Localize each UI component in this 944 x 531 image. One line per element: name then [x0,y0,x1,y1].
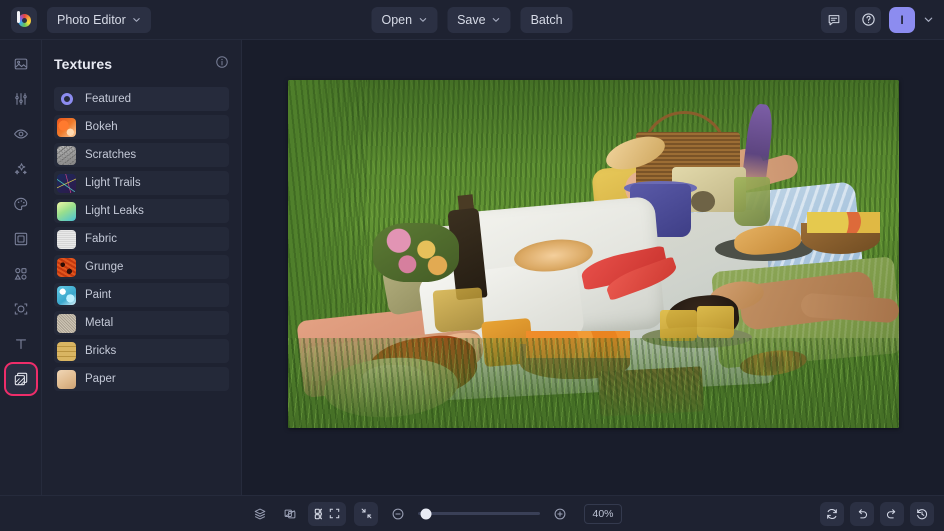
tool-text[interactable] [6,329,36,359]
plus-circle-icon[interactable] [548,502,572,526]
tool-color[interactable] [6,189,36,219]
textures-panel: Textures Featured Bokeh Scratches Light … [42,40,242,495]
tool-frame[interactable] [6,224,36,254]
texture-item-bokeh[interactable]: Bokeh [54,115,229,139]
texture-item-grunge[interactable]: Grunge [54,255,229,279]
tool-cutout[interactable] [6,294,36,324]
texture-item-featured[interactable]: Featured [54,87,229,111]
fit-screen-icon[interactable] [354,501,378,526]
comment-icon[interactable] [821,6,847,33]
texture-thumb-paper [57,369,76,389]
texture-label: Metal [85,317,114,329]
project-type-label: Photo Editor [57,12,126,27]
texture-thumb-light-trails [57,173,76,193]
open-button[interactable]: Open [371,6,438,33]
chevron-down-icon [418,15,427,24]
texture-label: Paper [85,373,116,385]
compare-icon[interactable] [278,502,302,526]
tool-adjust[interactable] [6,84,36,114]
project-type-dropdown[interactable]: Photo Editor [47,6,151,33]
tool-effects[interactable] [6,154,36,184]
chevron-down-icon[interactable] [923,14,934,25]
texture-item-scratches[interactable]: Scratches [54,143,229,167]
texture-label: Bokeh [85,121,118,133]
undo-icon[interactable] [850,501,874,526]
zoom-slider[interactable] [418,508,540,519]
texture-label: Light Leaks [85,205,144,217]
tool-elements[interactable] [6,259,36,289]
save-button[interactable]: Save [447,6,511,33]
panel-header: Textures [54,40,229,80]
top-bar-right-actions: I [821,6,934,33]
texture-thumb-bricks [57,341,76,361]
batch-label: Batch [530,12,563,27]
pixlr-logo-icon[interactable] [11,6,37,33]
texture-item-bricks[interactable]: Bricks [54,339,229,363]
canvas-area[interactable] [242,40,944,495]
expand-icon[interactable] [322,501,346,526]
texture-item-paper[interactable]: Paper [54,367,229,391]
texture-thumb-paint [57,285,76,305]
avatar-initial: I [900,12,904,27]
texture-item-light-leaks[interactable]: Light Leaks [54,199,229,223]
texture-thumb-bokeh [57,117,76,137]
texture-item-metal[interactable]: Metal [54,311,229,335]
texture-label: Bricks [85,345,117,357]
texture-thumb-metal [57,313,76,333]
batch-button[interactable]: Batch [520,6,573,33]
texture-label: Light Trails [85,177,141,189]
texture-item-light-trails[interactable]: Light Trails [54,171,229,195]
texture-label: Fabric [85,233,117,245]
bottom-bar-left-tools [248,501,332,526]
texture-item-fabric[interactable]: Fabric [54,227,229,251]
tool-retouch[interactable] [6,119,36,149]
save-label: Save [457,12,486,27]
tool-rail [0,40,42,495]
texture-label: Paint [85,289,112,301]
zoom-slider-handle[interactable] [420,508,432,519]
chevron-down-icon [132,15,141,24]
zoom-level-value[interactable]: 40% [584,503,622,524]
top-bar: Photo Editor Open Save Batch I [0,0,944,40]
panel-title: Textures [54,56,113,72]
chevron-down-icon [492,15,501,24]
editor-body: Textures Featured Bokeh Scratches Light … [0,40,944,495]
redo-icon[interactable] [880,501,904,526]
texture-category-list: Featured Bokeh Scratches Light Trails Li… [54,87,229,391]
texture-thumb-fabric [57,229,76,249]
texture-thumb-scratches [57,145,76,165]
bottom-bar: 40% [0,495,944,531]
history-controls [820,501,934,526]
texture-label: Scratches [85,149,137,161]
tool-textures[interactable] [5,364,36,394]
canvas-photo[interactable] [287,80,899,428]
open-label: Open [381,12,413,27]
texture-thumb-grunge [57,257,76,277]
reset-icon[interactable] [820,501,844,526]
zoom-controls: 40% [322,501,622,526]
history-icon[interactable] [910,501,934,526]
layers-icon[interactable] [248,502,272,526]
tool-image[interactable] [6,49,36,79]
texture-label: Featured [85,93,132,105]
photo-editor-app: Photo Editor Open Save Batch I Textures … [0,0,944,531]
texture-thumb-light-leaks [57,201,76,221]
texture-thumb-featured [57,89,76,109]
avatar[interactable]: I [889,6,915,33]
question-circle-icon[interactable] [855,6,881,33]
minus-circle-icon[interactable] [386,502,410,526]
top-bar-center-actions: Open Save Batch [371,6,573,33]
info-circle-icon[interactable] [215,55,229,74]
texture-label: Grunge [85,261,124,273]
texture-item-paint[interactable]: Paint [54,283,229,307]
